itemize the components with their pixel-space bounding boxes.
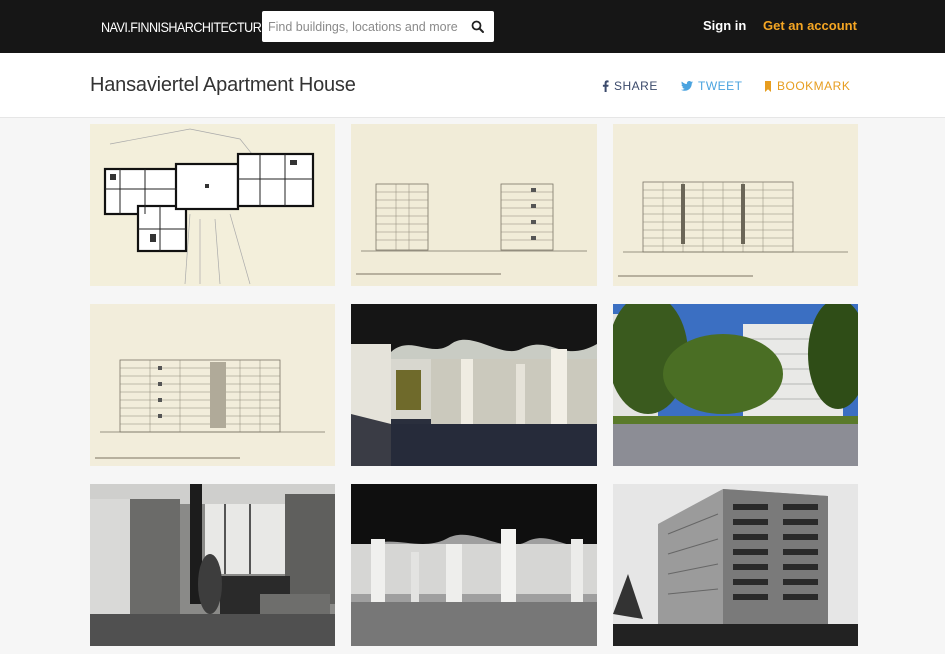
facade-photo[interactable] — [613, 484, 858, 646]
bookmark-icon — [764, 80, 772, 92]
share-label: SHARE — [614, 79, 658, 93]
bookmark-label: BOOKMARK — [777, 79, 851, 93]
elevation-drawing-2[interactable] — [613, 124, 858, 286]
search-box — [262, 11, 494, 42]
search-icon[interactable] — [470, 19, 486, 35]
elevation-drawing-1[interactable] — [351, 124, 597, 286]
tweet-label: TWEET — [698, 79, 743, 93]
tweet-button[interactable]: TWEET — [681, 79, 743, 93]
page-title: Hansaviertel Apartment House — [90, 74, 356, 96]
twitter-icon — [681, 81, 693, 91]
share-button[interactable]: SHARE — [602, 79, 658, 93]
site-logo[interactable]: NAVI.FINNISHARCHITECTURE.fi — [101, 17, 280, 37]
sign-in-link[interactable]: Sign in — [703, 18, 746, 33]
bookmark-button[interactable]: BOOKMARK — [764, 79, 850, 93]
search-input[interactable] — [262, 11, 462, 42]
top-navigation-bar: NAVI.FINNISHARCHITECTURE.fi Sign in Get … — [0, 0, 945, 53]
get-account-link[interactable]: Get an account — [763, 18, 857, 33]
covered-terrace-photo[interactable] — [351, 304, 597, 466]
living-room-photo[interactable] — [90, 484, 335, 646]
floor-plan-drawing[interactable] — [90, 124, 335, 286]
page-header: Hansaviertel Apartment House SHARE TWEET… — [0, 53, 945, 118]
elevation-drawing-3[interactable] — [90, 304, 335, 466]
pilotis-hall-photo[interactable] — [351, 484, 597, 646]
facebook-icon — [602, 80, 609, 92]
logo-main-text: NAVI.FINNISHARCHITECTURE. — [101, 19, 273, 35]
exterior-trees-photo[interactable] — [613, 304, 858, 466]
